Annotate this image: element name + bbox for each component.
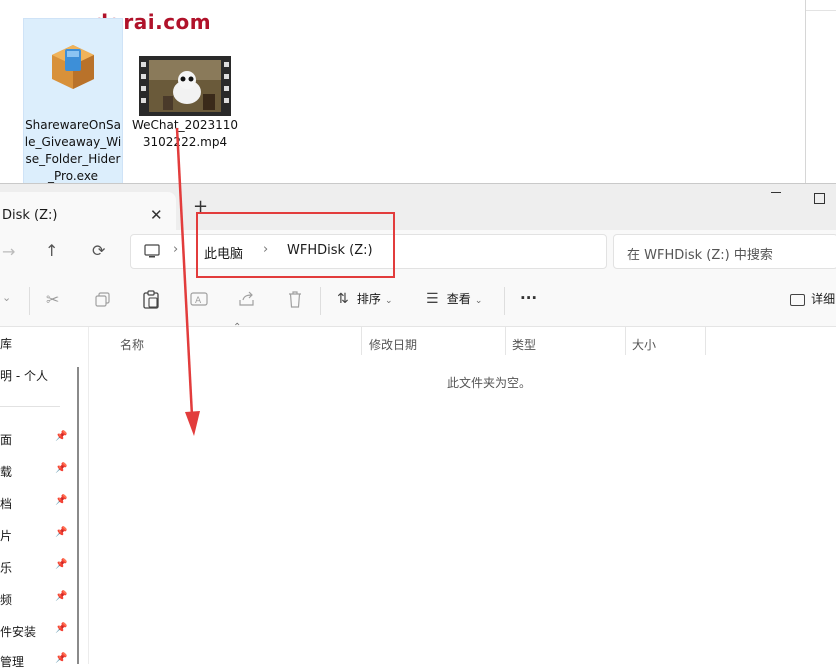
sidebar-scrollbar[interactable]	[77, 367, 79, 664]
chevron-right-icon: ›	[173, 242, 179, 257]
desktop-window-edge	[805, 0, 836, 183]
up-icon[interactable]: ↑	[45, 241, 58, 260]
desktop-file-exe-label: SharewareOnSale_Giveaway_Wise_Folder_Hid…	[24, 118, 122, 183]
toolbar-divider	[320, 287, 321, 315]
pin-icon: 📌	[55, 559, 68, 570]
forward-icon[interactable]: →	[2, 242, 15, 261]
pin-icon: 📌	[55, 431, 68, 442]
toolbar-divider	[29, 287, 30, 315]
refresh-icon[interactable]: ⟳	[92, 241, 105, 260]
pin-icon: 📌	[55, 653, 68, 664]
monitor-icon	[144, 244, 160, 258]
sidebar-item-videos[interactable]: 频	[0, 591, 12, 608]
pin-icon: 📌	[55, 463, 68, 474]
chevron-down-icon[interactable]: ⌄	[2, 291, 11, 304]
sort-icon: ⇅	[337, 291, 349, 307]
toolbar-divider	[504, 287, 505, 315]
tab-title: Disk (Z:)	[2, 208, 58, 223]
pin-icon: 📌	[55, 623, 68, 634]
title-bar: Disk (Z:) ✕ +	[0, 184, 836, 230]
navigation-pane: 库 明 - 个人 面 📌 载 📌 档 📌 片 📌 乐 📌 频 📌 件安装 📌 管…	[0, 327, 72, 669]
details-pane-icon	[790, 293, 805, 306]
explorer-window: Disk (Z:) ✕ + → ↑ ⟳ › 此电脑 › WFHDisk (Z:)…	[0, 183, 836, 669]
svg-text:A: A	[195, 296, 202, 306]
share-icon[interactable]	[238, 291, 256, 307]
more-options-icon[interactable]: ···	[520, 289, 537, 307]
sidebar-item-personal[interactable]: 明 - 个人	[0, 367, 48, 384]
details-label: 详细	[811, 292, 836, 306]
installer-box-icon	[52, 45, 94, 89]
column-divider[interactable]	[505, 327, 506, 355]
empty-folder-message: 此文件夹为空。	[447, 376, 532, 390]
maximize-icon[interactable]	[814, 193, 825, 204]
sort-button[interactable]: ⇅ 排序 ⌄	[337, 290, 393, 307]
pin-icon: 📌	[55, 527, 68, 538]
column-divider[interactable]	[361, 327, 362, 355]
command-bar: ⌄ ✂ A ⇅ 排序 ⌄ ☰ 查看 ⌄ ··· 详细	[0, 276, 836, 327]
video-thumbnail-icon[interactable]	[139, 56, 231, 116]
column-header-type[interactable]: 类型	[512, 336, 536, 353]
paste-icon[interactable]	[143, 290, 159, 309]
sort-ascending-icon: ⌃	[233, 322, 242, 333]
column-divider[interactable]	[625, 327, 626, 355]
file-list: ⌃ 名称 修改日期 类型 大小 此文件夹为空。	[88, 322, 836, 664]
copy-icon[interactable]	[95, 292, 111, 308]
sidebar-item-manage[interactable]: 管理	[0, 653, 24, 670]
annotation-highlight-box	[196, 212, 395, 278]
sidebar-item-pictures[interactable]: 片	[0, 527, 12, 544]
chevron-down-icon: ⌄	[385, 296, 393, 306]
cut-icon[interactable]: ✂	[46, 290, 59, 309]
details-pane-button[interactable]: 详细	[790, 290, 835, 307]
sidebar-item-desktop[interactable]: 面	[0, 431, 12, 448]
column-header-name[interactable]: 名称	[120, 336, 144, 353]
sort-label: 排序	[356, 292, 381, 306]
chevron-down-icon: ⌄	[474, 296, 483, 306]
search-placeholder: 在 WFHDisk (Z:) 中搜索	[627, 248, 773, 263]
search-input[interactable]: 在 WFHDisk (Z:) 中搜索	[613, 234, 836, 269]
pin-icon: 📌	[55, 495, 68, 506]
close-icon[interactable]: ✕	[150, 206, 163, 224]
sidebar-item-installs[interactable]: 件安装	[0, 623, 36, 640]
sidebar-divider	[0, 406, 60, 407]
column-divider[interactable]	[705, 327, 706, 355]
column-header-modified[interactable]: 修改日期	[369, 336, 417, 353]
sidebar-item-downloads[interactable]: 载	[0, 463, 12, 480]
sidebar-item-library[interactable]: 库	[0, 335, 12, 352]
tab-wfhdisk[interactable]: Disk (Z:) ✕	[0, 192, 176, 230]
desktop-file-mp4-label: WeChat_20231103102222.mp4	[131, 118, 239, 149]
minimize-icon[interactable]	[771, 192, 781, 193]
sidebar-item-music[interactable]: 乐	[0, 559, 12, 576]
desktop-file-exe[interactable]: SharewareOnSale_Giveaway_Wise_Folder_Hid…	[23, 18, 123, 188]
view-icon: ☰	[426, 291, 439, 307]
desktop-edge-line	[806, 10, 836, 11]
sidebar-item-documents[interactable]: 档	[0, 495, 12, 512]
navigation-bar: → ↑ ⟳ › 此电脑 › WFHDisk (Z:) 在 WFHDisk (Z:…	[0, 230, 836, 276]
column-header-size[interactable]: 大小	[632, 336, 656, 353]
delete-icon[interactable]	[288, 291, 302, 308]
pin-icon: 📌	[55, 591, 68, 602]
view-button[interactable]: ☰ 查看 ⌄	[426, 290, 482, 307]
rename-icon[interactable]: A	[190, 291, 208, 308]
view-label: 查看	[446, 292, 471, 306]
